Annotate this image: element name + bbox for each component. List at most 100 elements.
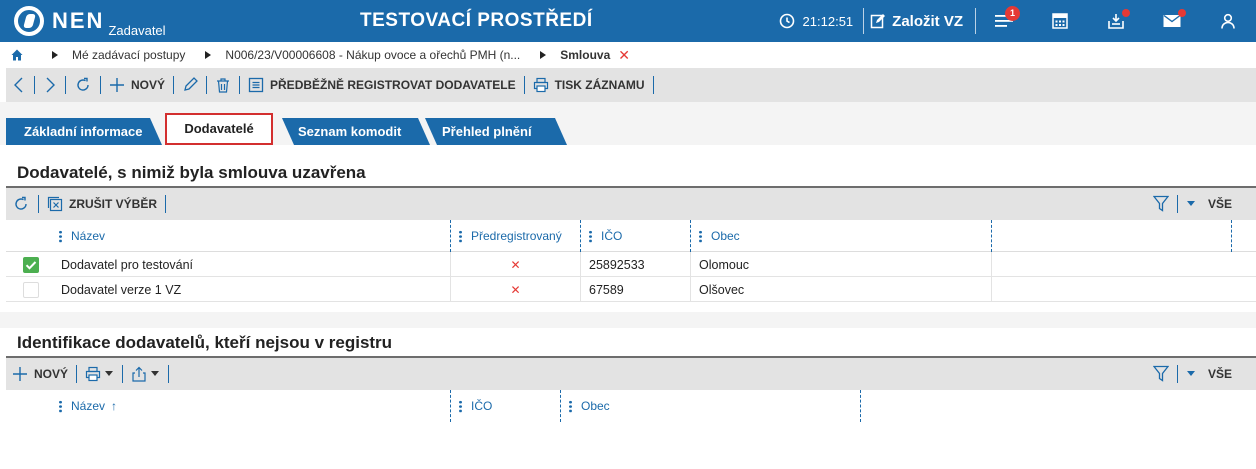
user-profile-button[interactable] [1200, 0, 1256, 42]
messages-alert-dot [1178, 9, 1186, 17]
trash-icon [217, 78, 230, 93]
column-header-name[interactable]: Název ↑ [51, 390, 451, 422]
preregister-supplier-label: PŘEDBĚŽNĚ REGISTROVAT DODAVATELE [270, 78, 516, 92]
section-title: Dodavatelé, s nimiž byla smlouva uzavřen… [6, 158, 1256, 188]
chevron-right-icon [205, 51, 213, 59]
add-supplier-label: NOVÝ [34, 367, 69, 381]
cell-city: Olšovec [691, 277, 992, 302]
show-all-label: VŠE [1207, 197, 1232, 211]
preregister-supplier-button[interactable]: PŘEDBĚŽNĚ REGISTROVAT DODAVATELE [242, 68, 522, 102]
clear-selection-icon [47, 196, 63, 212]
not-preregistered-icon: ✕ [510, 257, 521, 272]
grid-toolbar: NOVÝ VŠE [6, 358, 1256, 390]
create-vz-button[interactable]: Založit VZ [864, 13, 975, 30]
table-row[interactable]: Dodavatel verze 1 VZ ✕ 67589 Olšovec [6, 277, 1256, 302]
inbox-button[interactable] [1088, 0, 1144, 42]
breadcrumb-item[interactable]: N006/23/V00006608 - Nákup ovoce a ořechů… [225, 48, 520, 62]
calculator-button[interactable] [1032, 0, 1088, 42]
calculator-icon [1052, 13, 1068, 29]
print-record-label: TISK ZÁZNAMU [554, 78, 645, 92]
grid-header-row: Název Předregistrovaný IČO Obec [6, 220, 1256, 252]
print-dropdown-button[interactable] [79, 357, 120, 391]
not-preregistered-icon: ✕ [510, 282, 521, 297]
breadcrumb: Mé zadávací postupy N006/23/V00006608 - … [0, 42, 1256, 68]
new-record-label: NOVÝ [131, 78, 166, 92]
user-icon [1221, 13, 1235, 29]
tab-fulfillment-overview[interactable]: Přehled plnění [428, 118, 558, 145]
edit-square-icon [870, 14, 886, 29]
filter-button[interactable] [1147, 357, 1175, 391]
column-header-name[interactable]: Název [51, 220, 451, 252]
breadcrumb-item[interactable]: Mé zadávací postupy [72, 48, 185, 62]
home-button[interactable] [2, 49, 32, 61]
plus-icon [110, 78, 124, 92]
column-header-city[interactable]: Obec [561, 390, 861, 422]
cell-ico: 25892533 [581, 252, 691, 277]
environment-title: TESTOVACÍ PROSTŘEDÍ [360, 10, 593, 31]
row-checkbox-checked[interactable] [23, 256, 39, 273]
logo-subtitle: Zadavatel [108, 23, 166, 38]
cell-city: Olomouc [691, 252, 992, 277]
pencil-icon [184, 77, 198, 91]
table-row[interactable]: Dodavatel pro testování ✕ 25892533 Olomo… [6, 252, 1256, 277]
edit-button[interactable] [176, 68, 204, 102]
logo-text: NEN [52, 8, 105, 33]
cell-name: Dodavatel verze 1 VZ [51, 277, 451, 302]
messages-button[interactable] [1144, 0, 1200, 42]
caret-down-icon [1186, 371, 1195, 376]
document-list-icon [248, 77, 264, 93]
grid-header-row: Název ↑ IČO Obec [6, 390, 1256, 422]
cell-ico: 67589 [581, 277, 691, 302]
refresh-icon [77, 77, 89, 91]
chevron-right-icon [540, 51, 548, 59]
filter-button[interactable] [1147, 187, 1175, 221]
column-header-ico[interactable]: IČO [451, 390, 561, 422]
delete-button[interactable] [209, 68, 237, 102]
cancel-selection-label: ZRUŠIT VÝBĚR [69, 197, 158, 211]
logo-mark-icon [14, 6, 44, 36]
show-all-label: VŠE [1207, 367, 1232, 381]
row-checkbox-unchecked[interactable] [23, 281, 39, 298]
cancel-selection-button[interactable]: ZRUŠIT VÝBĚR [41, 187, 163, 221]
forward-button[interactable] [37, 68, 63, 102]
contracted-suppliers-panel: Dodavatelé, s nimiž byla smlouva uzavřen… [6, 158, 1256, 302]
tab-suppliers[interactable]: Dodavatelé [165, 113, 273, 145]
column-header-preregistered[interactable]: Předregistrovaný [451, 220, 581, 252]
refresh-button[interactable] [68, 68, 98, 102]
back-button[interactable] [6, 68, 32, 102]
share-export-icon [132, 366, 146, 382]
section-gap [0, 312, 1256, 328]
refresh-grid-button[interactable] [6, 187, 36, 221]
session-clock: 21:12:51 [779, 13, 854, 29]
show-all-dropdown[interactable]: VŠE [1180, 187, 1238, 221]
new-record-button[interactable]: NOVÝ [103, 68, 171, 102]
cell-name: Dodavatel pro testování [51, 252, 451, 277]
caret-down-icon [1186, 201, 1195, 206]
export-dropdown-button[interactable] [125, 357, 166, 391]
clock-icon [779, 13, 794, 29]
refresh-icon [15, 196, 27, 210]
close-icon[interactable]: ✕ [618, 47, 630, 64]
clock-time: 21:12:51 [802, 13, 854, 29]
unregistered-suppliers-panel: Identifikace dodavatelů, kteří nejsou v … [6, 328, 1256, 422]
caret-down-icon [151, 371, 160, 376]
tab-basic-info[interactable]: Základní informace [10, 118, 160, 145]
inbox-alert-dot [1122, 9, 1130, 17]
printer-icon [533, 77, 548, 93]
top-bar: NEN Zadavatel TESTOVACÍ PROSTŘEDÍ 21:12:… [0, 0, 1256, 42]
plus-icon [13, 367, 27, 381]
column-header-ico[interactable]: IČO [581, 220, 691, 252]
print-record-button[interactable]: TISK ZÁZNAMU [527, 68, 651, 102]
notification-badge: 1 [1005, 6, 1020, 21]
notifications-menu-button[interactable]: 1 [976, 0, 1032, 42]
create-vz-label: Založit VZ [892, 12, 963, 30]
breadcrumb-current: Smlouva [560, 48, 611, 62]
section-title: Identifikace dodavatelů, kteří nejsou v … [6, 328, 1256, 358]
column-header-city[interactable]: Obec [691, 220, 992, 252]
show-all-dropdown[interactable]: VŠE [1180, 357, 1238, 391]
tab-commodity-list[interactable]: Seznam komodit [284, 118, 424, 145]
filter-icon [1152, 365, 1169, 382]
nen-logo[interactable]: NEN Zadavatel [14, 6, 166, 38]
add-supplier-button[interactable]: NOVÝ [6, 357, 74, 391]
chevron-right-icon [52, 51, 60, 59]
